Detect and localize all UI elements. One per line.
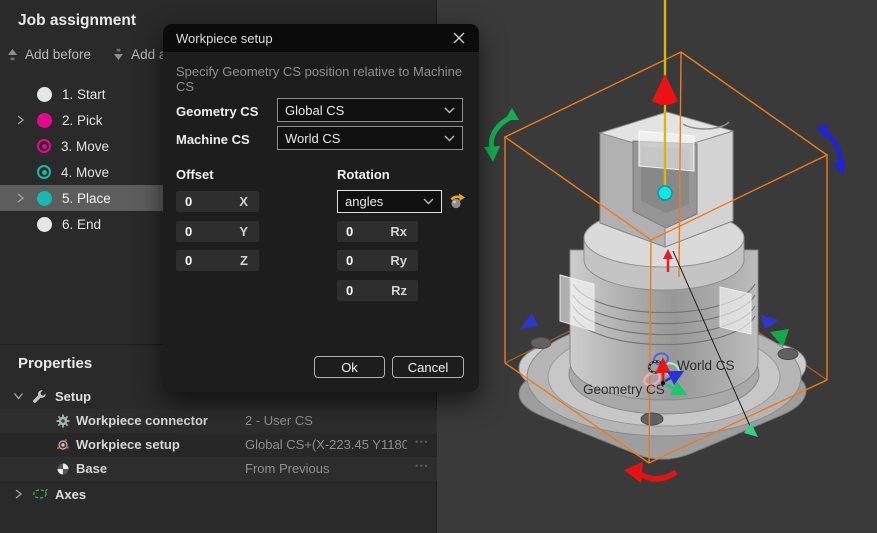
- property-row[interactable]: Workpiece connector 2 - User CS: [0, 409, 437, 433]
- 3d-viewport[interactable]: World CS Geometry CS: [437, 0, 877, 533]
- workpiece-model: [519, 112, 806, 459]
- step-label: 1. Start: [62, 87, 106, 102]
- dialog-titlebar[interactable]: Workpiece setup: [163, 24, 479, 52]
- chevron-spacer: [16, 166, 37, 178]
- close-icon[interactable]: [452, 31, 466, 45]
- rotation-ry-field: Ry: [337, 250, 418, 271]
- slot-highlight-plane: [639, 131, 694, 171]
- geometry-cs-select[interactable]: Global CS: [277, 98, 463, 122]
- properties-tree: SetupWorkpiece connector2 - User CSWorkp…: [0, 383, 437, 507]
- add-before-label: Add before: [25, 47, 91, 62]
- wrench-icon: [32, 389, 52, 404]
- geometry-cs-label: Geometry CS: [176, 104, 258, 119]
- small-blue-arrow-left[interactable]: [520, 313, 538, 329]
- machine-cs-select[interactable]: World CS: [277, 126, 463, 150]
- dialog-subtitle: Specify Geometry CS position relative to…: [176, 64, 479, 94]
- chevron-down-icon: [444, 107, 455, 114]
- chevron-down-icon: [423, 198, 434, 205]
- ok-button[interactable]: Ok: [314, 356, 385, 378]
- chevron-spacer: [16, 218, 37, 230]
- group-axes[interactable]: Axes: [0, 481, 437, 507]
- z-axis-arrow[interactable]: [652, 74, 678, 105]
- offset-z-field: Z: [176, 250, 259, 271]
- rotation-mode-select[interactable]: angles: [337, 190, 442, 213]
- rotation-rz-field: Rz: [337, 280, 418, 301]
- step-dot-icon: [37, 191, 52, 206]
- property-value[interactable]: From Previous: [245, 461, 330, 476]
- step-label: 4. Move: [61, 165, 109, 180]
- group-label: Axes: [55, 487, 86, 502]
- expand-chevron-icon[interactable]: [14, 390, 32, 402]
- snap-point-dot[interactable]: [658, 186, 672, 200]
- step-ring-icon: [37, 139, 51, 153]
- step-dot-icon: [37, 87, 52, 102]
- chevron-spacer: [16, 140, 37, 152]
- rotate-handle-green[interactable]: [484, 108, 519, 162]
- axes-icon: [32, 488, 52, 500]
- insert-below-icon: [113, 48, 124, 61]
- ellipsis-button[interactable]: •••: [415, 437, 429, 447]
- base-icon: [56, 462, 70, 476]
- small-blue-arrow-right[interactable]: [761, 315, 779, 329]
- properties-title: Properties: [18, 355, 92, 372]
- geometry-cs-label: Geometry CS: [583, 382, 665, 397]
- chevron-down-icon: [444, 135, 455, 142]
- world-cs-label: World CS: [677, 358, 735, 373]
- property-label: Workpiece setup: [76, 437, 180, 452]
- left-clamp-plane: [560, 275, 594, 331]
- step-dot-icon: [37, 113, 52, 128]
- insert-above-icon: [7, 48, 18, 61]
- offset-section-label: Offset: [176, 167, 214, 182]
- add-after-label: Add a: [131, 47, 166, 62]
- job-toolbar: Add before Add a: [7, 47, 166, 62]
- cancel-button[interactable]: Cancel: [392, 356, 464, 378]
- add-before-button[interactable]: Add before: [7, 47, 91, 62]
- dialog-title: Workpiece setup: [176, 31, 273, 46]
- right-clamp-plane: [720, 287, 751, 334]
- property-label: Workpiece connector: [76, 413, 208, 428]
- step-label: 5. Place: [62, 191, 111, 206]
- property-label: Base: [76, 461, 107, 476]
- property-row[interactable]: Workpiece setup Global CS+(X-223.45 Y1180…: [0, 433, 437, 457]
- offset-y-field: Y: [176, 221, 259, 242]
- workpiece-setup-dialog: Workpiece setup Specify Geometry CS posi…: [163, 24, 479, 392]
- connector-icon: [56, 414, 70, 428]
- step-label: 2. Pick: [62, 113, 103, 128]
- rotation-tool-icon[interactable]: [448, 192, 466, 210]
- machine-cs-label: Machine CS: [176, 132, 250, 147]
- step-label: 3. Move: [61, 139, 109, 154]
- property-value[interactable]: 2 - User CS: [245, 413, 313, 428]
- rotation-rx-field: Rx: [337, 221, 418, 242]
- property-value[interactable]: Global CS+(X-223.45 Y1180…: [245, 437, 407, 452]
- expand-chevron-icon[interactable]: [14, 488, 32, 500]
- step-ring-icon: [37, 165, 51, 179]
- step-dot-icon: [37, 217, 52, 232]
- chevron-spacer: [16, 88, 37, 100]
- expand-chevron-icon[interactable]: [16, 192, 37, 204]
- rotation-section-label: Rotation: [337, 167, 390, 182]
- property-row[interactable]: Base From Previous •••: [0, 457, 437, 481]
- offset-x-field: X: [176, 191, 259, 212]
- group-label: Setup: [55, 389, 91, 404]
- expand-chevron-icon[interactable]: [16, 114, 37, 126]
- rotate-handle-red[interactable]: [624, 462, 676, 483]
- step-label: 6. End: [62, 217, 101, 232]
- workpiece-setup-icon: [56, 438, 70, 452]
- panel-title: Job assignment: [18, 12, 136, 30]
- add-after-button[interactable]: Add a: [113, 47, 166, 62]
- ellipsis-button[interactable]: •••: [415, 461, 429, 471]
